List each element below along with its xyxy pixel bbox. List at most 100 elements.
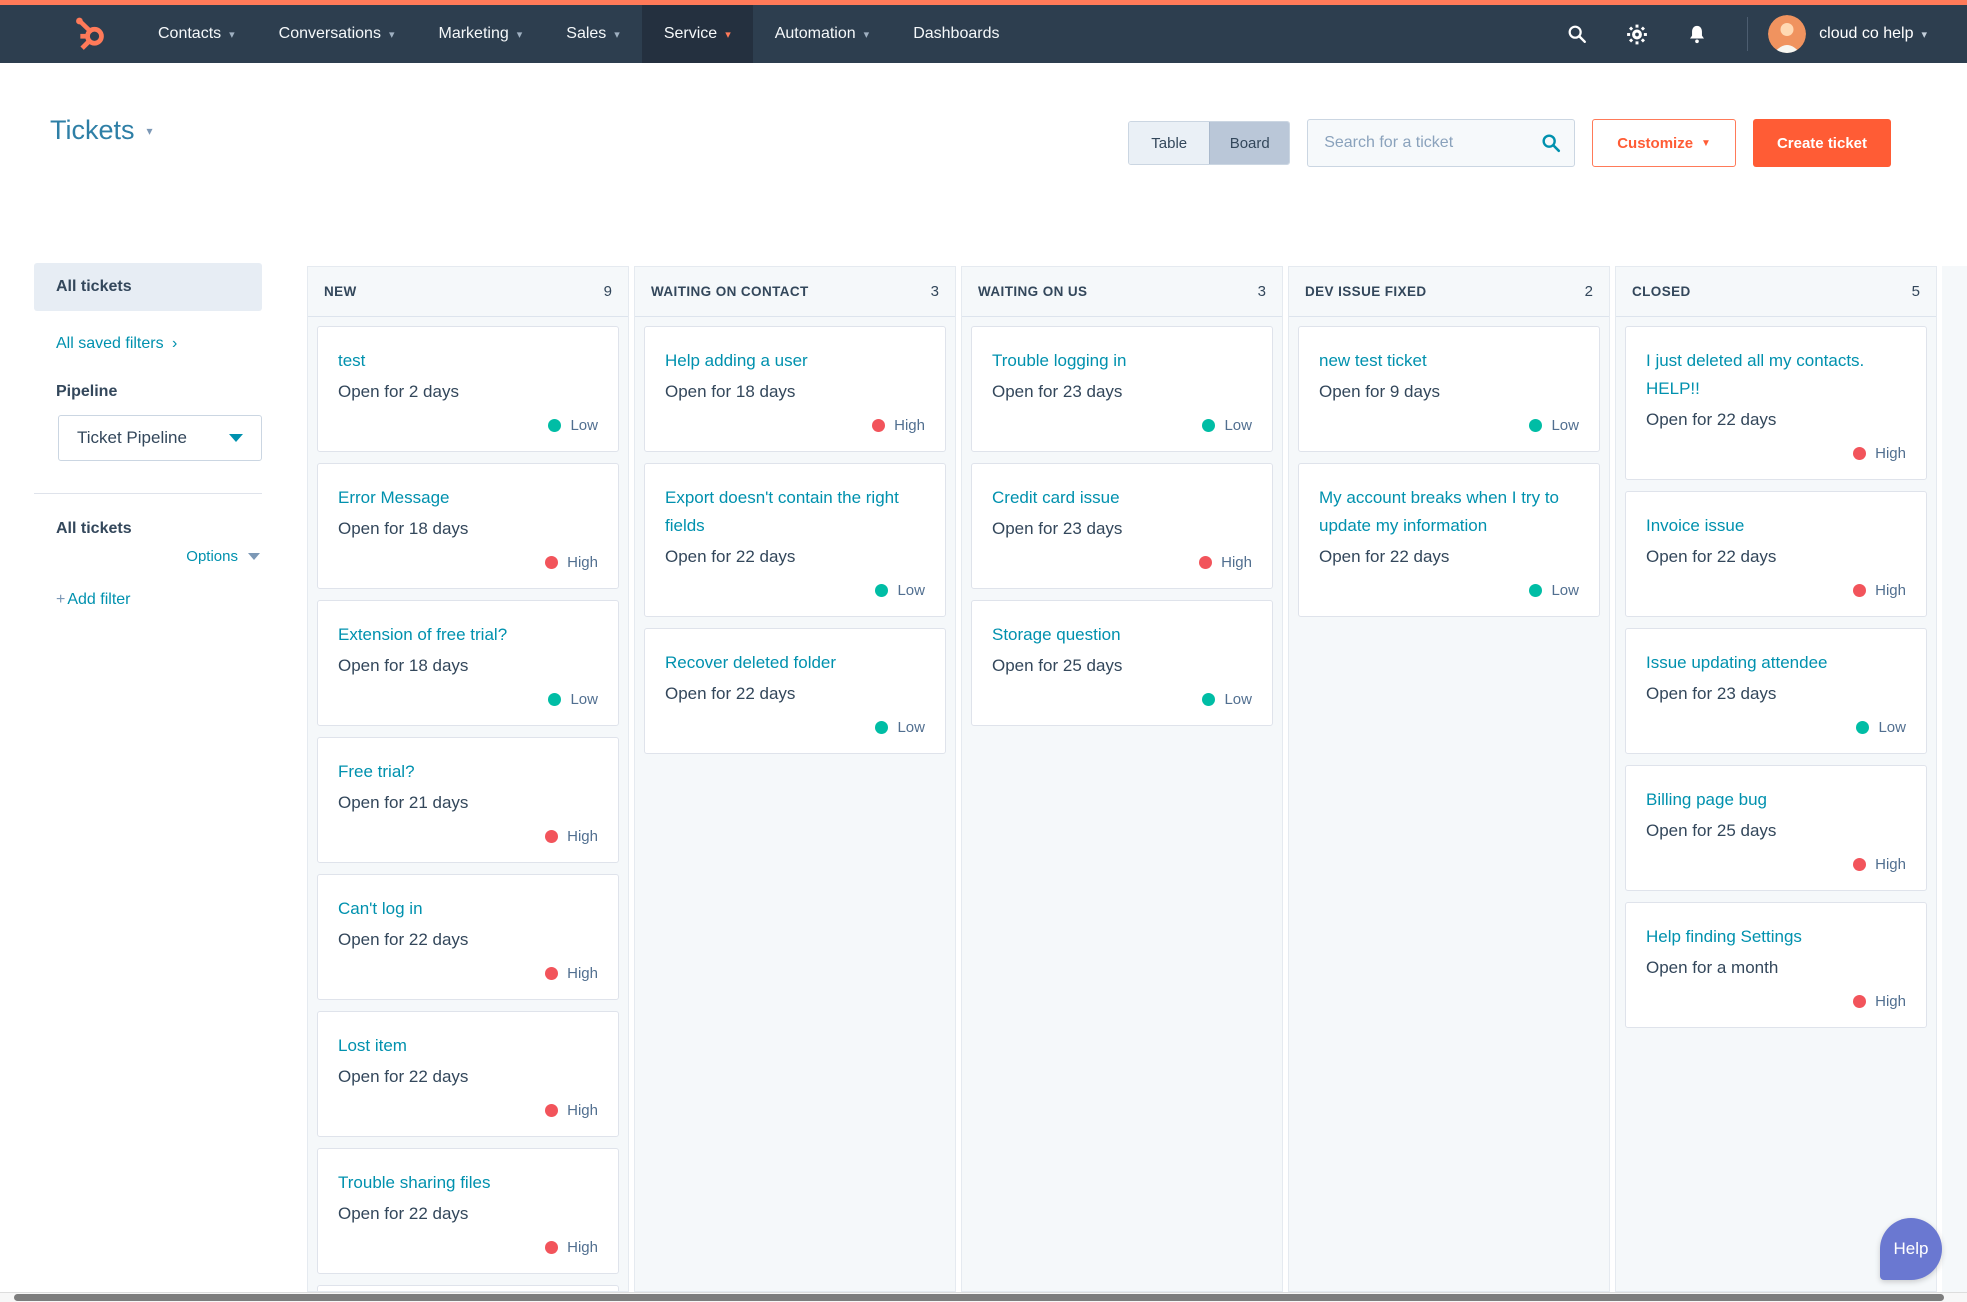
nav-item-service[interactable]: Service ▾	[641, 5, 753, 63]
priority-indicator: Low	[665, 580, 925, 600]
ticket-title-link[interactable]: Credit card issue	[992, 484, 1252, 512]
ticket-title-link[interactable]: Invoice issue	[1646, 512, 1906, 540]
ticket-card[interactable]: I just deleted all my contacts. HELP!! Op…	[1625, 326, 1927, 480]
priority-label: Low	[897, 581, 925, 599]
ticket-card[interactable]: My account breaks when I try to update m…	[1298, 463, 1600, 617]
create-ticket-button[interactable]: Create ticket	[1752, 119, 1891, 167]
add-filter-button[interactable]: + Add filter	[56, 591, 262, 609]
help-button[interactable]: Help	[1880, 1218, 1942, 1280]
column-cards: Trouble logging in Open for 23 days Low Cre…	[962, 317, 1282, 735]
priority-indicator: Low	[992, 689, 1252, 709]
ticket-card[interactable]: test Open for 2 days Low	[317, 326, 619, 452]
chevron-down-icon: ▼	[1701, 137, 1711, 149]
pipeline-label: Pipeline	[56, 383, 118, 400]
ticket-title-link[interactable]: I just deleted all my contacts. HELP!!	[1646, 347, 1906, 403]
all-saved-filters-link[interactable]: All saved filters ›	[56, 335, 177, 353]
chevron-down-icon: ▾	[146, 123, 153, 138]
options-dropdown[interactable]: Options	[34, 548, 262, 565]
table-view-button[interactable]: Table	[1129, 122, 1210, 164]
priority-dot	[1202, 418, 1216, 432]
priority-dot	[1202, 692, 1216, 706]
ticket-open-duration: Open for 22 days	[1646, 547, 1777, 566]
ticket-title-link[interactable]: new test ticket	[1319, 347, 1579, 375]
ticket-card-partial[interactable]	[317, 1285, 619, 1291]
ticket-title-link[interactable]: Lost item	[338, 1032, 598, 1060]
column-name: NEW	[324, 284, 357, 299]
ticket-search-input[interactable]	[1307, 119, 1576, 167]
page-header: Tickets ▾ Table Board Customize ▼ Create…	[0, 63, 1967, 208]
ticket-open-duration: Open for 23 days	[1646, 684, 1777, 703]
ticket-card[interactable]: Storage question Open for 25 days Low	[971, 600, 1273, 726]
ticket-card[interactable]: Trouble logging in Open for 23 days Low	[971, 326, 1273, 452]
ticket-card[interactable]: Trouble sharing files Open for 22 days Hig…	[317, 1148, 619, 1274]
priority-indicator: High	[338, 1100, 598, 1120]
board-column-dev-issue-fixed: DEV ISSUE FIXED 2 new test ticket Open for …	[1288, 266, 1610, 1292]
ticket-card[interactable]: Billing page bug Open for 25 days High	[1625, 765, 1927, 891]
ticket-card[interactable]: new test ticket Open for 9 days Low	[1298, 326, 1600, 452]
priority-indicator: Low	[338, 689, 598, 709]
ticket-title-link[interactable]: Trouble logging in	[992, 347, 1252, 375]
ticket-title-link[interactable]: test	[338, 347, 598, 375]
ticket-open-duration: Open for 22 days	[1646, 410, 1777, 429]
priority-label: Low	[897, 718, 925, 736]
ticket-title-link[interactable]: My account breaks when I try to update m…	[1319, 484, 1579, 540]
sidebar-item-all-tickets[interactable]: All tickets	[34, 263, 262, 311]
ticket-card[interactable]: Recover deleted folder Open for 22 days Lo…	[644, 628, 946, 754]
scrollbar-thumb[interactable]	[14, 1294, 1944, 1301]
account-menu[interactable]: cloud co help ▾	[1768, 15, 1927, 53]
nav-item-contacts[interactable]: Contacts ▾	[136, 5, 257, 63]
ticket-title-link[interactable]: Billing page bug	[1646, 786, 1906, 814]
nav-divider	[1747, 17, 1749, 51]
ticket-open-duration: Open for 18 days	[338, 656, 469, 675]
ticket-title-link[interactable]: Can't log in	[338, 895, 598, 923]
hubspot-logo[interactable]	[72, 5, 108, 63]
ticket-card[interactable]: Invoice issue Open for 22 days High	[1625, 491, 1927, 617]
ticket-title-link[interactable]: Help adding a user	[665, 347, 925, 375]
customize-button[interactable]: Customize ▼	[1592, 119, 1736, 167]
ticket-title-link[interactable]: Help finding Settings	[1646, 923, 1906, 951]
board-view-button[interactable]: Board	[1209, 122, 1290, 164]
ticket-card[interactable]: Free trial? Open for 21 days High	[317, 737, 619, 863]
ticket-card[interactable]: Error Message Open for 18 days High	[317, 463, 619, 589]
page-title-dropdown[interactable]: Tickets ▾	[50, 115, 153, 146]
ticket-title-link[interactable]: Extension of free trial?	[338, 621, 598, 649]
horizontal-scrollbar[interactable]	[0, 1292, 1967, 1302]
notifications-bell-icon[interactable]	[1686, 23, 1708, 45]
search-icon[interactable]	[1566, 23, 1588, 45]
settings-gear-icon[interactable]	[1626, 23, 1648, 45]
nav-item-dashboards[interactable]: Dashboards	[891, 5, 1021, 63]
nav-item-automation[interactable]: Automation ▾	[753, 5, 891, 63]
priority-label: High	[1875, 855, 1906, 873]
view-toggle: Table Board	[1128, 121, 1291, 165]
nav-item-sales[interactable]: Sales ▾	[544, 5, 642, 63]
ticket-card[interactable]: Extension of free trial? Open for 18 days…	[317, 600, 619, 726]
ticket-card[interactable]: Credit card issue Open for 23 days High	[971, 463, 1273, 589]
sidebar-divider	[34, 493, 262, 494]
ticket-card[interactable]: Issue updating attendee Open for 23 days L…	[1625, 628, 1927, 754]
ticket-title-link[interactable]: Export doesn't contain the right fields	[665, 484, 925, 540]
column-count: 3	[930, 283, 939, 300]
pipeline-select[interactable]: Ticket Pipeline	[58, 415, 262, 461]
ticket-title-link[interactable]: Error Message	[338, 484, 598, 512]
ticket-title-link[interactable]: Trouble sharing files	[338, 1169, 598, 1197]
priority-dot	[545, 1240, 559, 1254]
ticket-title-link[interactable]: Recover deleted folder	[665, 649, 925, 677]
ticket-title-link[interactable]: Issue updating attendee	[1646, 649, 1906, 677]
ticket-title-link[interactable]: Storage question	[992, 621, 1252, 649]
column-cards: I just deleted all my contacts. HELP!! Op…	[1616, 317, 1936, 1037]
column-count: 2	[1584, 283, 1593, 300]
ticket-card[interactable]: Help adding a user Open for 18 days High	[644, 326, 946, 452]
ticket-open-duration: Open for 18 days	[665, 382, 796, 401]
nav-item-conversations[interactable]: Conversations ▾	[257, 5, 417, 63]
filter-group-title: All tickets	[56, 520, 132, 537]
column-count: 3	[1257, 283, 1266, 300]
search-icon[interactable]	[1540, 132, 1562, 159]
ticket-title-link[interactable]: Free trial?	[338, 758, 598, 786]
ticket-card[interactable]: Lost item Open for 22 days High	[317, 1011, 619, 1137]
plus-icon: +	[56, 591, 66, 608]
page-title: Tickets	[50, 115, 135, 145]
ticket-card[interactable]: Can't log in Open for 22 days High	[317, 874, 619, 1000]
ticket-card[interactable]: Export doesn't contain the right fields O…	[644, 463, 946, 617]
ticket-card[interactable]: Help finding Settings Open for a month Hig…	[1625, 902, 1927, 1028]
nav-item-marketing[interactable]: Marketing ▾	[416, 5, 544, 63]
